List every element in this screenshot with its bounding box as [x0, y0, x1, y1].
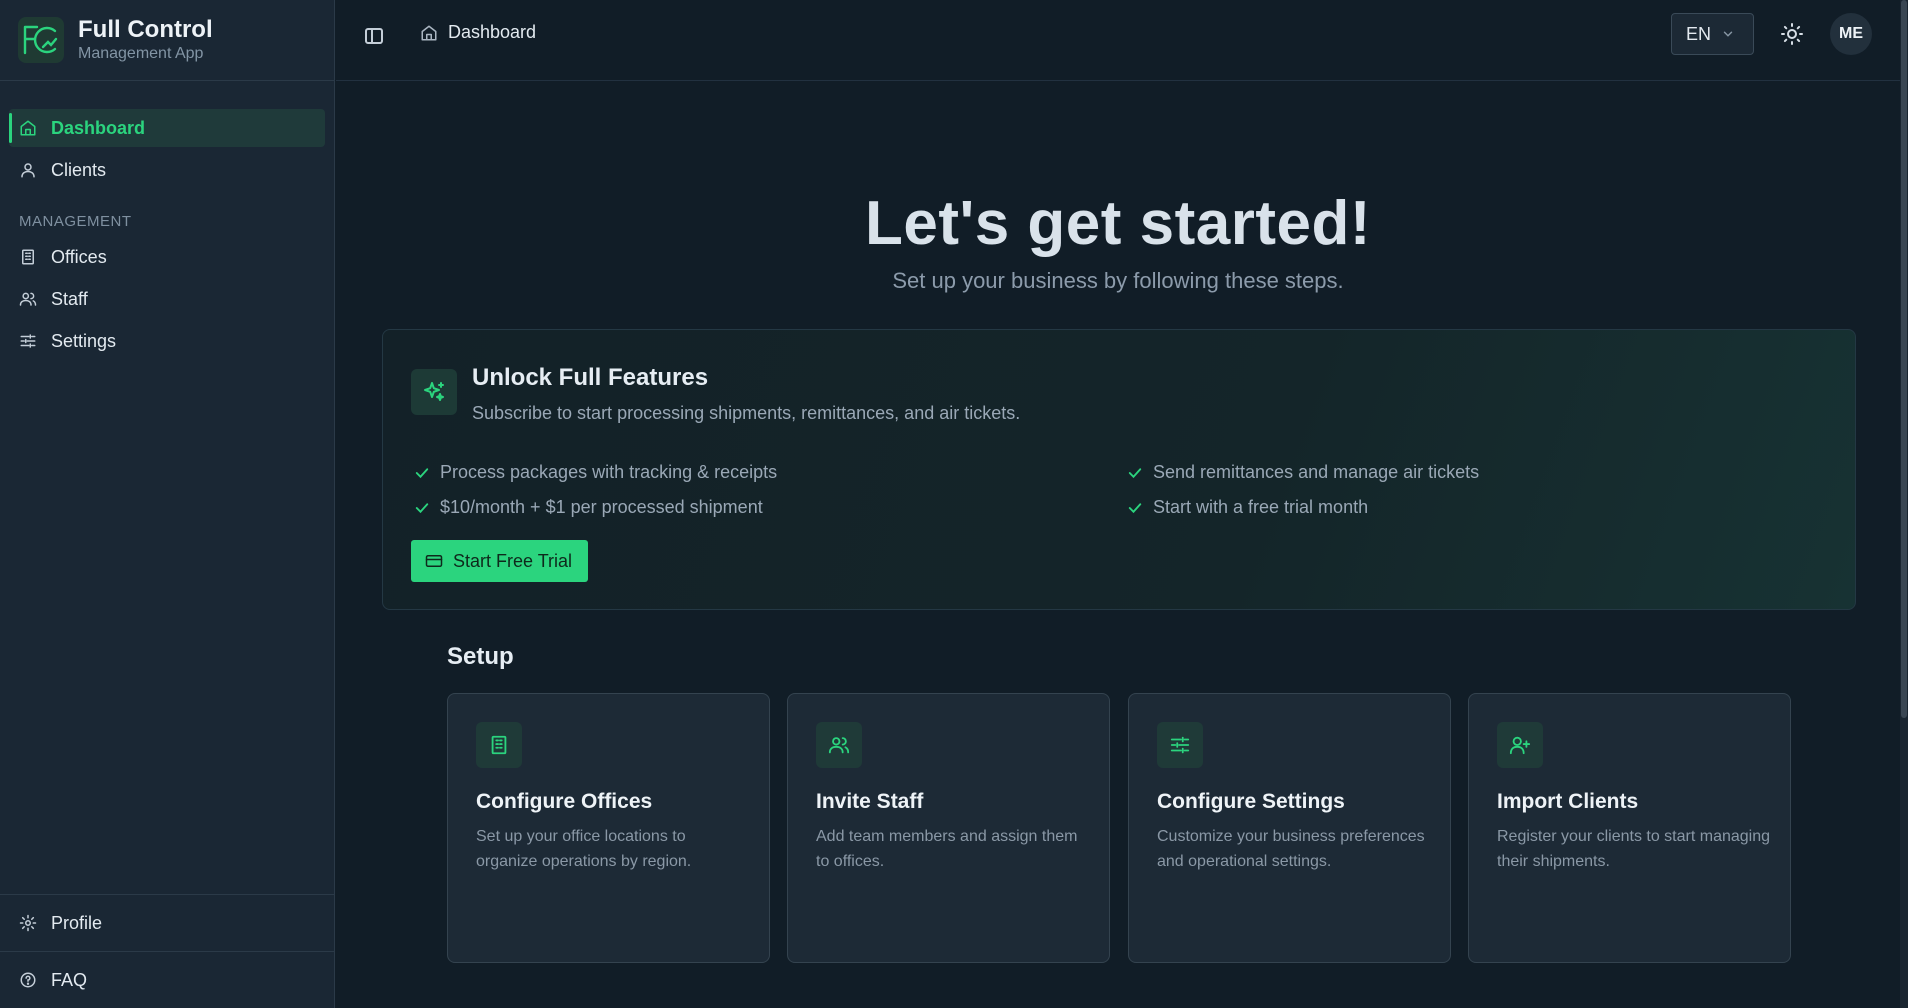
- sidebar-item-label: Clients: [51, 159, 107, 180]
- avatar[interactable]: ME: [1830, 13, 1872, 55]
- sliders-icon: [19, 332, 37, 350]
- sidebar-item-label: FAQ: [51, 969, 88, 990]
- feature-item: $10/month + $1 per processed shipment: [413, 497, 763, 518]
- brand-subtitle: Management App: [78, 45, 204, 62]
- sidebar-item-label: Profile: [51, 912, 103, 933]
- page-title: Let's get started!: [864, 189, 1372, 258]
- sidebar-toggle-icon[interactable]: [362, 24, 386, 48]
- theme-toggle-sun-icon[interactable]: [1780, 22, 1804, 46]
- scrollbar[interactable]: [1900, 0, 1908, 1008]
- feature-item: Start with a free trial month: [1126, 497, 1368, 518]
- language-value: EN: [1686, 23, 1712, 44]
- building-icon: [476, 722, 522, 768]
- breadcrumb[interactable]: Dashboard: [420, 22, 536, 43]
- chevron-down-icon: [1721, 27, 1735, 41]
- card-title: Import Clients: [1497, 790, 1639, 813]
- setup-card-configure-settings[interactable]: Configure Settings Customize your busine…: [1128, 693, 1451, 963]
- scrollbar-thumb[interactable]: [1901, 0, 1907, 718]
- unlock-title: Unlock Full Features: [472, 364, 709, 391]
- check-icon: [413, 499, 431, 517]
- feature-text: Process packages with tracking & receipt…: [440, 462, 778, 482]
- users-icon: [816, 722, 862, 768]
- sidebar: Full Control Management App Dashboard Cl…: [0, 0, 335, 1008]
- sidebar-item-label: Dashboard: [51, 117, 146, 138]
- feature-text: Start with a free trial month: [1153, 497, 1369, 517]
- feature-text: Send remittances and manage air tickets: [1153, 462, 1480, 482]
- sidebar-item-settings[interactable]: Settings: [9, 322, 325, 360]
- sidebar-item-label: Staff: [51, 288, 88, 309]
- brand: Full Control Management App: [0, 0, 334, 81]
- start-free-trial-button[interactable]: Start Free Trial: [411, 540, 588, 582]
- home-icon: [19, 119, 37, 137]
- home-icon: [420, 24, 438, 42]
- sparkles-icon: [411, 369, 457, 415]
- sidebar-nav: Dashboard Clients MANAGEMENT Offices Sta…: [0, 81, 334, 360]
- breadcrumb-label: Dashboard: [448, 22, 537, 42]
- feature-item: Send remittances and manage air tickets: [1126, 462, 1479, 483]
- unlock-features-card: Unlock Full Features Subscribe to start …: [382, 329, 1856, 610]
- sidebar-item-label: Settings: [51, 330, 117, 351]
- card-description: Set up your office locations to organize…: [476, 828, 692, 870]
- user-plus-icon: [1497, 722, 1543, 768]
- card-title: Invite Staff: [816, 790, 924, 813]
- check-icon: [1126, 499, 1144, 517]
- card-description: Customize your business preferences and …: [1157, 828, 1425, 870]
- gear-icon: [19, 914, 37, 932]
- building-icon: [19, 248, 37, 266]
- sidebar-item-offices[interactable]: Offices: [9, 238, 325, 276]
- users-icon: [19, 290, 37, 308]
- setup-card-invite-staff[interactable]: Invite Staff Add team members and assign…: [787, 693, 1110, 963]
- check-icon: [1126, 464, 1144, 482]
- sidebar-section-label: MANAGEMENT: [19, 213, 132, 230]
- card-title: Configure Offices: [476, 790, 653, 813]
- card-description: Register your clients to start managing …: [1497, 828, 1771, 870]
- page-subtitle: Set up your business by following these …: [892, 268, 1344, 293]
- check-icon: [413, 464, 431, 482]
- sidebar-item-dashboard[interactable]: Dashboard: [9, 109, 325, 147]
- credit-card-icon: [425, 552, 443, 570]
- feature-item: Process packages with tracking & receipt…: [413, 462, 777, 483]
- card-description: Add team members and assign them to offi…: [816, 828, 1078, 870]
- user-icon: [19, 161, 37, 179]
- language-select[interactable]: EN: [1671, 13, 1754, 55]
- setup-card-configure-offices[interactable]: Configure Offices Set up your office loc…: [447, 693, 770, 963]
- setup-card-import-clients[interactable]: Import Clients Register your clients to …: [1468, 693, 1791, 963]
- brand-title: Full Control: [78, 16, 213, 43]
- sidebar-item-label: Offices: [51, 246, 107, 267]
- brand-logo-icon: [18, 17, 64, 63]
- sliders-icon: [1157, 722, 1203, 768]
- sidebar-bottom: Profile FAQ: [0, 894, 334, 1008]
- sidebar-item-staff[interactable]: Staff: [9, 280, 325, 318]
- sidebar-item-profile[interactable]: Profile: [0, 894, 334, 951]
- help-circle-icon: [19, 971, 37, 989]
- setup-title: Setup: [447, 643, 514, 670]
- top-header: Dashboard EN ME: [336, 0, 1908, 81]
- sidebar-item-clients[interactable]: Clients: [9, 151, 325, 189]
- sidebar-item-faq[interactable]: FAQ: [0, 951, 334, 1008]
- feature-text: $10/month + $1 per processed shipment: [440, 497, 763, 517]
- start-free-trial-label: Start Free Trial: [453, 550, 573, 571]
- card-title: Configure Settings: [1157, 790, 1345, 813]
- unlock-subtitle: Subscribe to start processing shipments,…: [472, 403, 1021, 423]
